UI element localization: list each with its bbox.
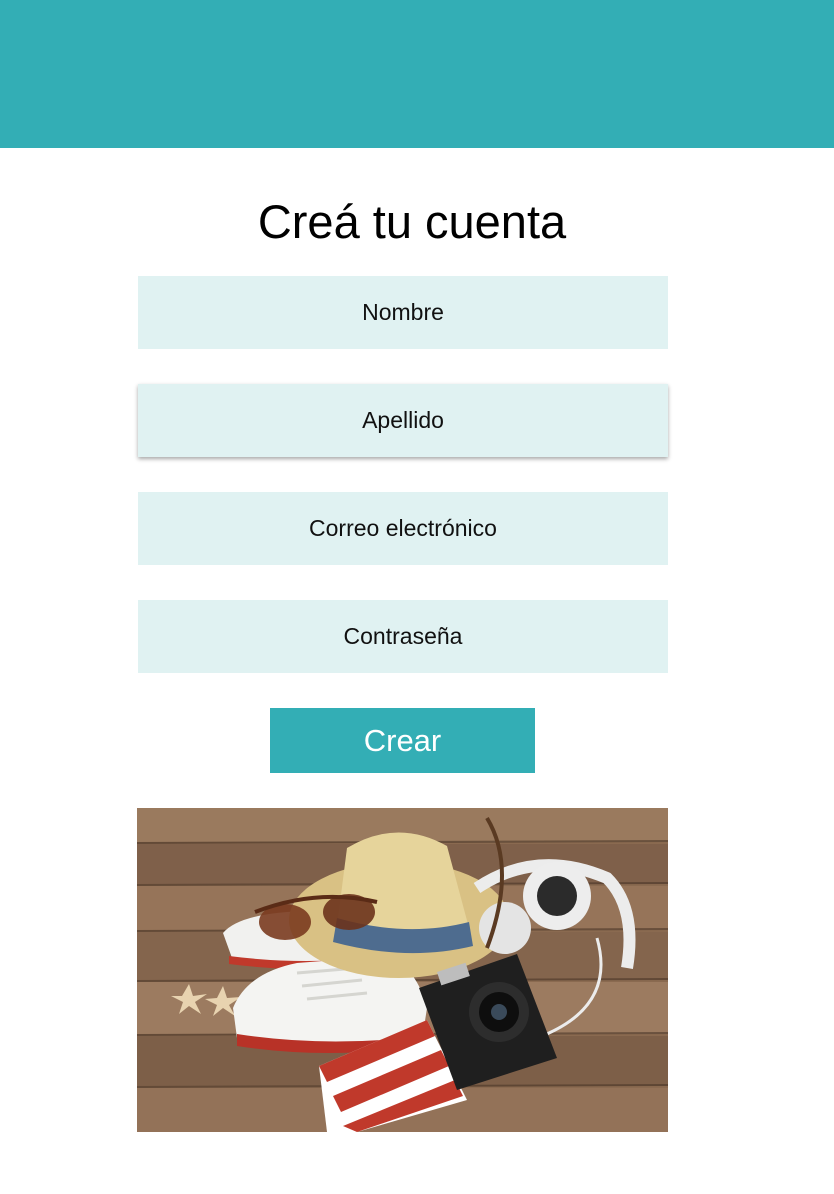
header-bar (0, 0, 834, 148)
password-input[interactable] (138, 600, 668, 673)
create-account-button[interactable]: Crear (270, 708, 535, 773)
last-name-input[interactable] (138, 384, 668, 457)
first-name-input[interactable] (138, 276, 668, 349)
email-input[interactable] (138, 492, 668, 565)
travel-items-photo (137, 808, 668, 1132)
page-title: Creá tu cuenta (257, 195, 567, 248)
travel-items-illustration (137, 808, 668, 1132)
